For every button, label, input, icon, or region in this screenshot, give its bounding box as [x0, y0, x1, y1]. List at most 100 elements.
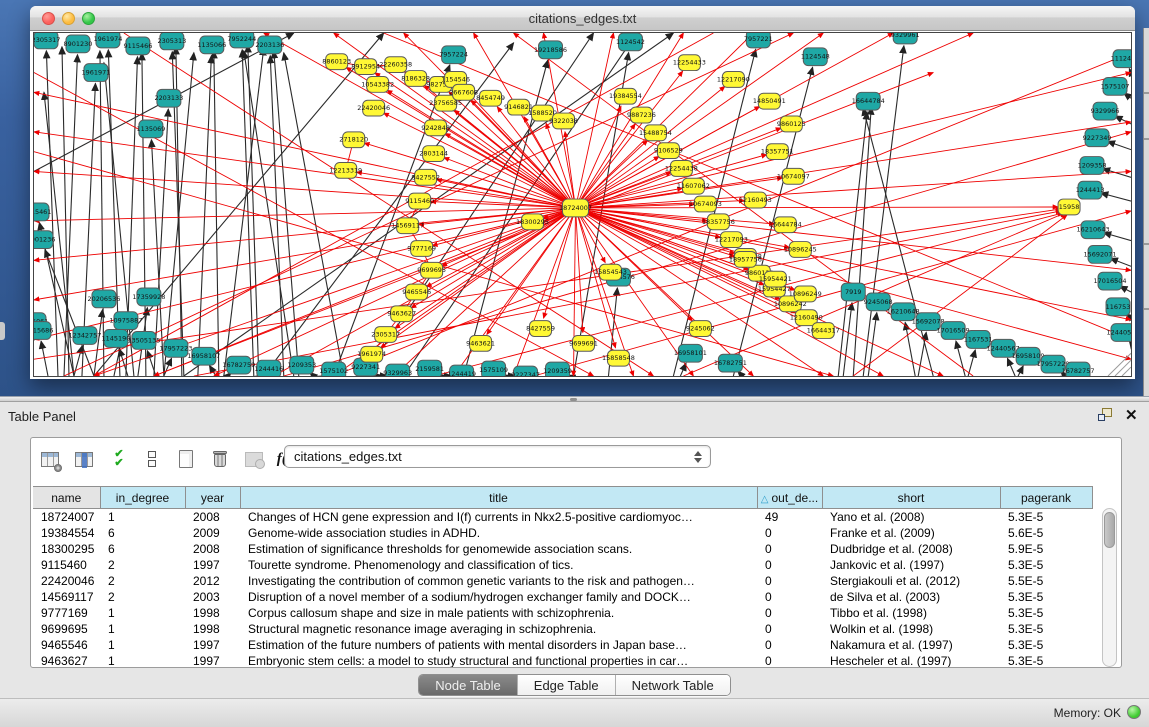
graph-node[interactable]: 9329963 [383, 364, 412, 376]
table-cell[interactable]: 2008 [185, 541, 240, 557]
table-cell[interactable]: 1 [100, 605, 185, 621]
graph-node[interactable]: 9322038 [549, 113, 578, 129]
table-row[interactable]: 1830029562008Estimation of significance … [33, 541, 1092, 557]
table-cell[interactable]: Genome-wide association studies in ADHD. [240, 525, 757, 541]
graph-node[interactable]: 2203133 [154, 89, 183, 107]
column-header-in-degree[interactable]: in_degree [100, 487, 185, 509]
graph-node[interactable]: 9463627 [387, 306, 416, 322]
table-cell[interactable]: 2 [100, 557, 185, 573]
graph-node[interactable]: 8901230 [64, 35, 93, 53]
table-cell[interactable]: 0 [757, 525, 822, 541]
graph-node[interactable]: 9465546 [402, 284, 431, 300]
graph-node[interactable]: 8860123 [322, 54, 351, 70]
graph-node[interactable]: 2305313 [157, 33, 186, 50]
table-cell[interactable]: 49 [757, 509, 822, 525]
table-cell[interactable]: 19384554 [33, 525, 100, 541]
tab-edge-table[interactable]: Edge Table [518, 675, 616, 695]
table-cell[interactable]: 5.5E-5 [1000, 573, 1092, 589]
import-table-icon[interactable] [243, 448, 265, 470]
table-selector-dropdown[interactable]: citations_edges.txt [284, 445, 711, 468]
left-panel-grip[interactable] [0, 322, 5, 340]
table-cell[interactable]: Jankovic et al. (1997) [822, 557, 1000, 573]
graph-node[interactable]: 16644784 [852, 92, 885, 110]
column-header-title[interactable]: title [240, 487, 757, 509]
graph-node[interactable]: 18357751 [761, 144, 794, 160]
graph-node[interactable]: 9106529 [654, 143, 683, 159]
row-height-icon[interactable] [141, 448, 163, 470]
column-header-short[interactable]: short [822, 487, 1000, 509]
graph-node[interactable]: 9699691 [569, 335, 598, 351]
graph-node[interactable]: 7952244 [227, 33, 256, 48]
graph-node[interactable]: 9115460 [405, 193, 434, 209]
table-cell[interactable]: 1 [100, 621, 185, 637]
graph-node[interactable]: 9860125 [777, 116, 806, 132]
graph-node[interactable]: 2203136 [255, 36, 284, 54]
table-cell[interactable]: 9465546 [33, 637, 100, 653]
graph-node[interactable]: 9115466 [123, 37, 152, 55]
network-canvas[interactable]: 2305317890123019619749115466230531311350… [33, 32, 1132, 377]
table-cell[interactable]: Tibbo et al. (1998) [822, 605, 1000, 621]
table-cell[interactable]: 5.3E-5 [1000, 653, 1092, 668]
graph-node[interactable]: 9463621 [466, 335, 495, 351]
graph-node[interactable]: 1244413 [1076, 181, 1105, 199]
graph-node[interactable]: 15858548 [602, 350, 635, 366]
table-settings-icon[interactable] [39, 448, 61, 470]
graph-node[interactable]: 9777169 [407, 241, 436, 257]
table-cell[interactable]: 9699695 [33, 621, 100, 637]
column-header-pagerank[interactable]: pagerank [1000, 487, 1092, 509]
graph-node[interactable]: 1209359 [543, 362, 572, 376]
table-cell[interactable]: Wolkin et al. (1998) [822, 621, 1000, 637]
table-cell[interactable]: Changes of HCN gene expression and I(f) … [240, 509, 757, 525]
table-cell[interactable]: 0 [757, 589, 822, 605]
table-cell[interactable]: 5.3E-5 [1000, 509, 1092, 525]
graph-node[interactable]: 1961974 [94, 33, 123, 48]
table-cell[interactable]: 5.9E-5 [1000, 541, 1092, 557]
graph-node[interactable]: 16210643 [1077, 221, 1110, 239]
table-cell[interactable]: 14569117 [33, 589, 100, 605]
graph-node[interactable]: 1145190 [102, 330, 131, 348]
graph-node[interactable]: 1124548 [801, 48, 830, 66]
table-cell[interactable]: Hescheler et al. (1997) [822, 653, 1000, 668]
table-cell[interactable]: 1 [100, 653, 185, 668]
table-cell[interactable]: 1997 [185, 653, 240, 668]
table-cell[interactable]: 1998 [185, 621, 240, 637]
window-titlebar[interactable]: citations_edges.txt [30, 6, 1135, 31]
table-cell[interactable]: Franke et al. (2009) [822, 525, 1000, 541]
graph-node[interactable]: 15488754 [639, 125, 672, 141]
graph-node[interactable]: 1575107 [1101, 77, 1130, 95]
graph-node[interactable]: 10896245 [784, 242, 817, 258]
new-table-icon[interactable] [175, 448, 197, 470]
graph-node[interactable]: 1209358 [1078, 157, 1107, 175]
graph-node[interactable]: 1135069 [136, 120, 165, 138]
graph-node[interactable]: 12342757 [68, 327, 101, 345]
graph-node[interactable]: 8427552 [411, 169, 440, 185]
graph-node[interactable]: 1124542 [616, 33, 645, 51]
table-cell[interactable]: 2012 [185, 573, 240, 589]
table-scrollbar[interactable] [1102, 508, 1117, 667]
graph-node[interactable]: 9115461 [34, 203, 51, 221]
graph-node[interactable]: 1135066 [197, 36, 226, 54]
table-cell[interactable]: 5.6E-5 [1000, 525, 1092, 541]
table-cell[interactable]: 6 [100, 541, 185, 557]
table-cell[interactable]: Dudbridge et al. (2008) [822, 541, 1000, 557]
table-row[interactable]: 969969511998Structural magnetic resonanc… [33, 621, 1092, 637]
table-cell[interactable]: Disruption of a novel member of a sodium… [240, 589, 757, 605]
graph-node[interactable]: 8454749 [476, 90, 505, 106]
graph-node[interactable]: 17359928 [132, 288, 165, 306]
graph-node[interactable]: 15958 [1058, 199, 1080, 215]
graph-node[interactable]: 1115686 [34, 322, 53, 340]
table-row[interactable]: 1872400712008Changes of HCN gene express… [33, 509, 1092, 525]
table-cell[interactable]: Estimation of the future numbers of pati… [240, 637, 757, 653]
graph-node[interactable]: 12213319 [329, 162, 362, 178]
table-cell[interactable]: 18724007 [33, 509, 100, 525]
table-cell[interactable]: 0 [757, 605, 822, 621]
graph-node[interactable]: 10975887 [109, 312, 142, 330]
graph-node[interactable]: 9887236 [627, 107, 656, 123]
table-cell[interactable]: 9777169 [33, 605, 100, 621]
graph-node[interactable]: 9245062 [686, 321, 715, 337]
graph-node[interactable]: 2803144 [419, 146, 448, 162]
graph-node[interactable]: 9699695 [417, 262, 446, 278]
table-cell[interactable]: 0 [757, 557, 822, 573]
close-panel-icon[interactable]: ✕ [1125, 406, 1138, 424]
graph-node[interactable]: 19384554 [609, 88, 642, 104]
